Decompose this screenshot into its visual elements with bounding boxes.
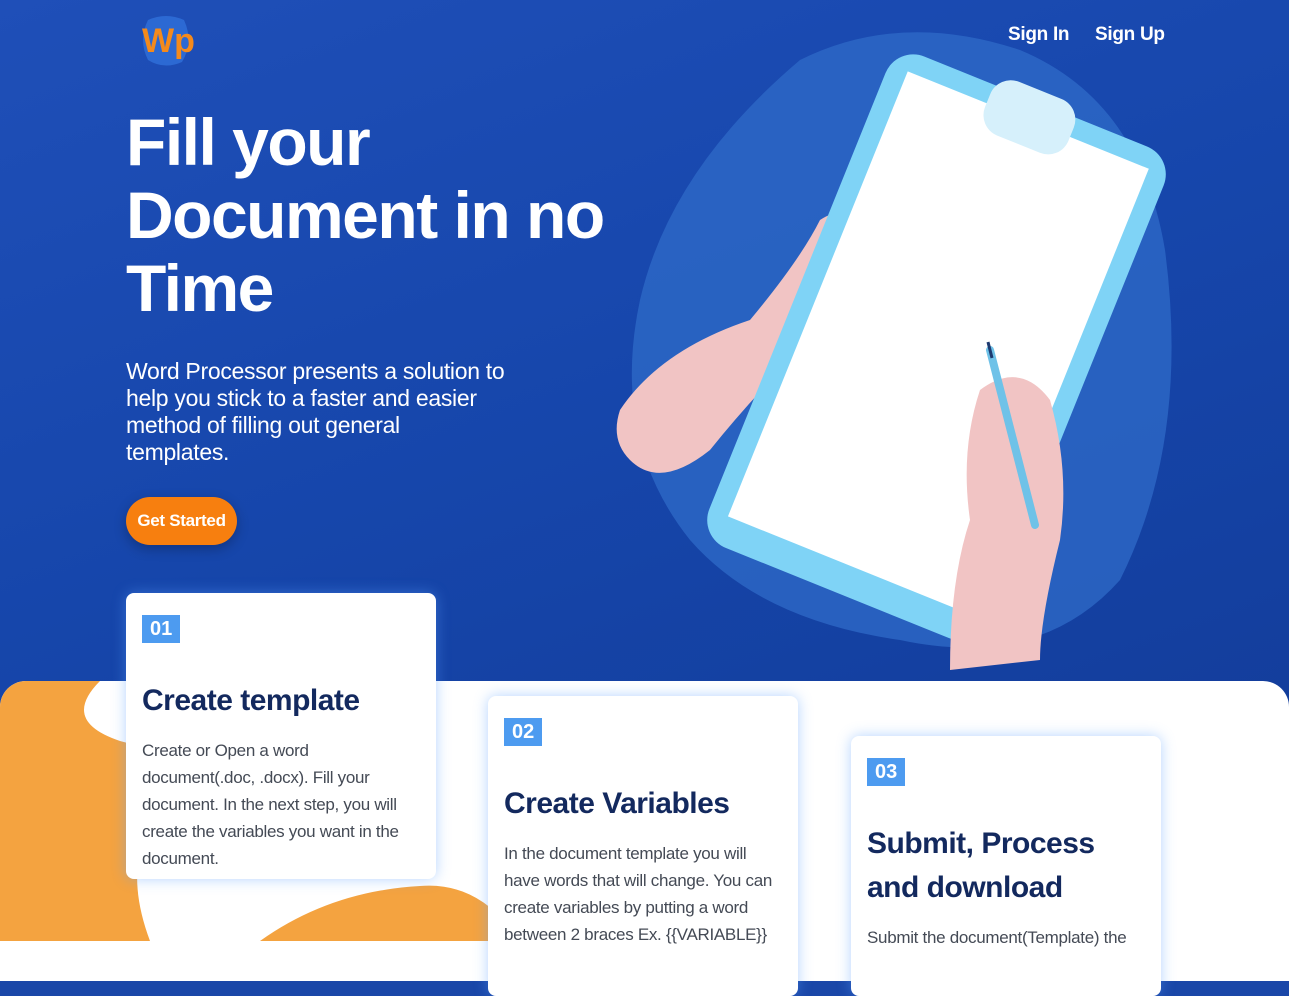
hero-title: Fill your Document in no Time — [126, 106, 606, 325]
hero-description: Word Processor presents a solution to he… — [126, 358, 505, 465]
hero-title-line-2: Document in no — [126, 178, 605, 252]
step-card-submit-process-download: 03 Submit, Process and download Submit t… — [851, 736, 1161, 996]
step-number-badge: 02 — [504, 718, 543, 746]
hero-title-line-1: Fill your — [126, 105, 371, 179]
get-started-button[interactable]: Get Started — [126, 497, 237, 545]
step-description: In the document template you will have w… — [504, 844, 772, 944]
step-card-create-variables: 02 Create Variables In the document temp… — [488, 696, 798, 996]
step-title: Create template — [142, 684, 360, 717]
hero-title-line-3: Time — [126, 251, 274, 325]
step-description: Create or Open a word document(.doc, .do… — [142, 741, 399, 868]
step-number-badge: 03 — [867, 758, 906, 786]
clipboard-hands-illustration — [616, 32, 1172, 670]
step-card-create-template: 01 Create template Create or Open a word… — [126, 593, 436, 879]
step-description: Submit the document(Template) the — [867, 928, 1127, 947]
wp-logo[interactable]: Wp — [138, 12, 194, 70]
svg-text:Wp: Wp — [142, 22, 194, 60]
step-title: Submit, Process and download — [867, 827, 1095, 904]
step-number-badge: 01 — [142, 615, 181, 643]
step-title: Create Variables — [504, 787, 730, 820]
